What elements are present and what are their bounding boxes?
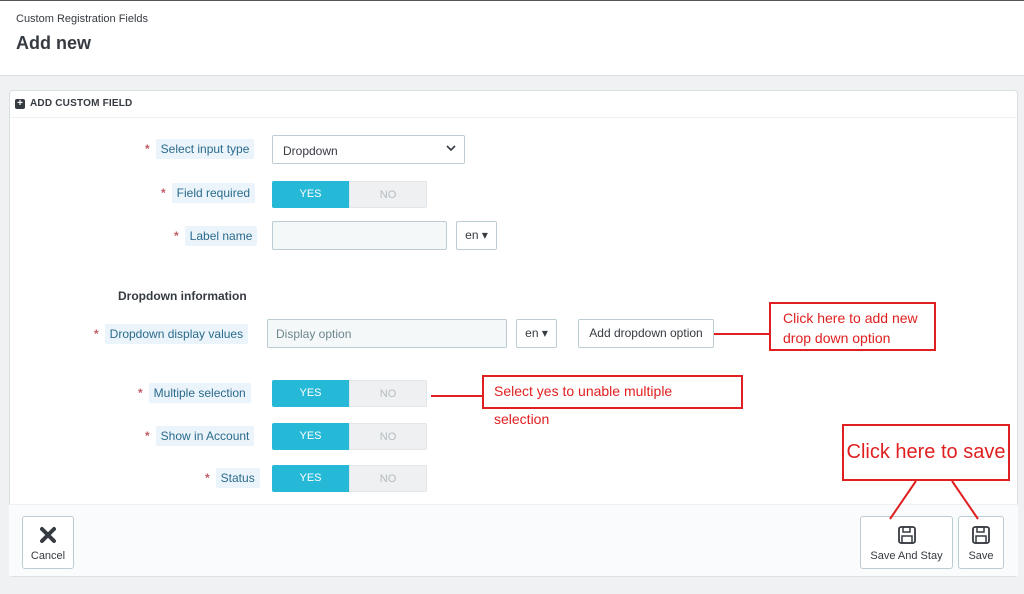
show-in-account-toggle[interactable]: YES NO: [272, 423, 427, 450]
annotation-arrow-line: [714, 333, 770, 335]
input-type-value: Dropdown: [283, 144, 338, 158]
label-name-lang-button[interactable]: en ▾: [456, 221, 497, 250]
required-star: *: [161, 186, 166, 200]
page-header: Custom Registration Fields Add new: [0, 0, 1024, 76]
cancel-label: Cancel: [30, 550, 66, 562]
show-in-account-label: * Show in Account: [145, 426, 255, 449]
required-star: *: [94, 327, 99, 341]
save-button[interactable]: Save: [958, 516, 1004, 569]
page-title: Add new: [16, 33, 91, 53]
floppy-disk-icon: [861, 525, 952, 548]
field-required-label: * Field required: [161, 183, 256, 206]
annotation-add-option: Click here to add new drop down option: [769, 302, 936, 351]
required-star: *: [145, 142, 150, 156]
input-type-label: * Select input type: [145, 139, 255, 162]
save-label: Save: [968, 550, 994, 562]
label-name-input[interactable]: [272, 221, 447, 250]
dropdown-section-title: Dropdown information: [118, 289, 247, 303]
lang-code: en: [525, 326, 539, 340]
panel-heading-title: ADD CUSTOM FIELD: [30, 98, 133, 109]
annotation-save: Click here to save: [842, 424, 1010, 481]
field-required-no[interactable]: NO: [349, 181, 427, 208]
multiple-selection-toggle[interactable]: YES NO: [272, 380, 427, 407]
annotation-arrow-line: [431, 395, 483, 397]
show-in-account-yes[interactable]: YES: [272, 423, 349, 450]
status-no[interactable]: NO: [349, 465, 427, 492]
show-in-account-no[interactable]: NO: [349, 423, 427, 450]
display-option-input[interactable]: Display option: [267, 319, 507, 348]
floppy-disk-icon: [959, 525, 1003, 548]
add-dropdown-option-button[interactable]: Add dropdown option: [578, 319, 714, 348]
cancel-button[interactable]: Cancel: [22, 516, 74, 569]
annotation-save-arrows: [889, 480, 979, 520]
input-type-select[interactable]: Dropdown: [272, 135, 465, 164]
lang-code: en: [465, 228, 479, 242]
required-star: *: [138, 386, 143, 400]
chevron-down-icon: [446, 143, 456, 156]
field-required-yes[interactable]: YES: [272, 181, 349, 208]
status-yes[interactable]: YES: [272, 465, 349, 492]
plus-square-icon: +: [15, 99, 25, 109]
annotation-multiple-selection: Select yes to unable multiple selection: [482, 375, 743, 427]
save-and-stay-label: Save And Stay: [870, 550, 943, 562]
save-and-stay-button[interactable]: Save And Stay: [860, 516, 953, 569]
required-star: *: [205, 471, 210, 485]
breadcrumb[interactable]: Custom Registration Fields: [16, 13, 148, 25]
required-star: *: [145, 429, 150, 443]
status-label: * Status: [205, 468, 260, 491]
label-name-label: * Label name: [174, 226, 258, 249]
dropdown-lang-button[interactable]: en ▾: [516, 319, 557, 348]
status-toggle[interactable]: YES NO: [272, 465, 427, 492]
multiple-selection-no[interactable]: NO: [349, 380, 427, 407]
required-star: *: [174, 229, 179, 243]
multiple-selection-label: * Multiple selection: [138, 383, 251, 406]
panel-heading: + ADD CUSTOM FIELD: [10, 91, 1017, 118]
dropdown-values-label: * Dropdown display values: [94, 324, 249, 347]
close-icon: [23, 525, 73, 548]
multiple-selection-yes[interactable]: YES: [272, 380, 349, 407]
field-required-toggle[interactable]: YES NO: [272, 181, 427, 208]
